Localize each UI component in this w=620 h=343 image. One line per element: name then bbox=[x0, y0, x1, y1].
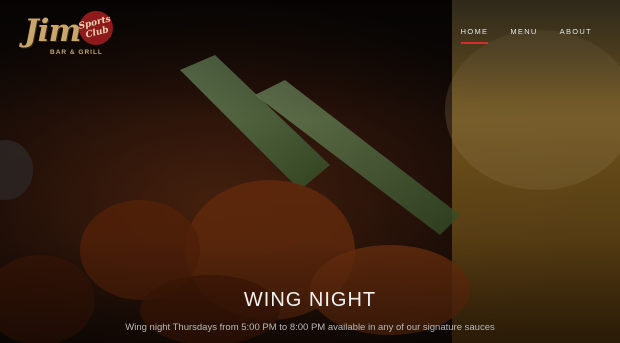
main-nav: HOME MENU ABOUT bbox=[460, 27, 592, 44]
hero-title: WING NIGHT bbox=[243, 289, 377, 311]
nav-item-about[interactable]: ABOUT bbox=[560, 27, 592, 44]
logo-tagline: BAR & GRILL bbox=[50, 49, 103, 56]
nav-item-home[interactable]: HOME bbox=[460, 27, 489, 44]
site-logo[interactable]: Jim's Sports Club BAR & GRILL bbox=[22, 7, 117, 61]
hero-subtitle: Wing night Thursdays from 5:00 PM to 8:0… bbox=[125, 322, 495, 333]
nav-item-menu[interactable]: MENU bbox=[510, 27, 537, 44]
